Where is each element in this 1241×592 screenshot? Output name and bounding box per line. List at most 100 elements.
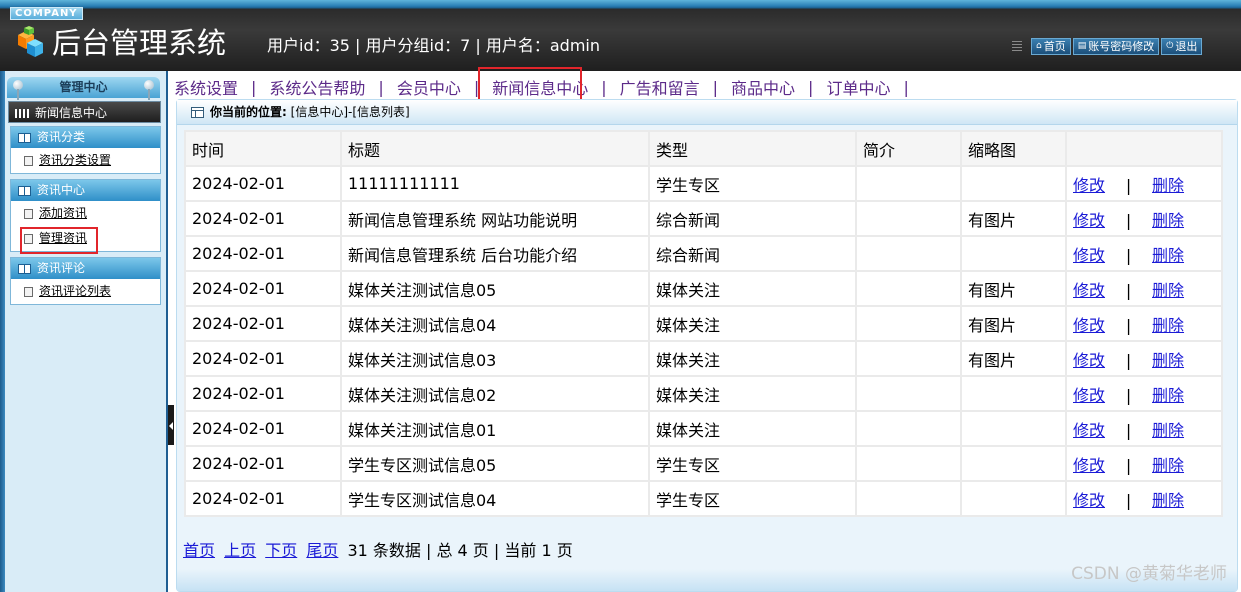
cell-title: 新闻信息管理系统 网站功能说明 bbox=[342, 202, 648, 235]
delete-link[interactable]: 删除 bbox=[1152, 351, 1184, 370]
sidebar-section-title[interactable]: 新闻信息中心 bbox=[8, 101, 161, 123]
pager-first-link[interactable]: 首页 bbox=[183, 541, 215, 560]
table-row: 2024-02-01 媒体关注测试信息03 媒体关注 有图片 修改 | 删除 bbox=[186, 342, 1221, 375]
nav-ads-messages[interactable]: 广告和留言 bbox=[620, 75, 700, 99]
sidebar-item-category-settings[interactable]: 资讯分类设置 bbox=[11, 148, 160, 173]
cell-title: 媒体关注测试信息02 bbox=[342, 377, 648, 410]
sidebar-section-label: 新闻信息中心 bbox=[35, 106, 108, 120]
cell-intro bbox=[857, 342, 960, 375]
cell-title: 学生专区测试信息04 bbox=[342, 482, 648, 515]
menu-group-category: 资讯分类 资讯分类设置 bbox=[10, 126, 161, 174]
table-row: 2024-02-01 学生专区测试信息05 学生专区 修改 | 删除 bbox=[186, 447, 1221, 480]
nav-separator: | bbox=[378, 77, 384, 97]
delete-link[interactable]: 删除 bbox=[1152, 491, 1184, 510]
column-header-thumbnail: 缩略图 bbox=[962, 132, 1065, 165]
column-header-intro: 简介 bbox=[857, 132, 960, 165]
pager-next-link[interactable]: 下页 bbox=[265, 541, 297, 560]
cell-type: 媒体关注 bbox=[650, 342, 855, 375]
cell-type: 媒体关注 bbox=[650, 412, 855, 445]
account-icon: ▤ bbox=[1077, 41, 1087, 51]
pin-left-icon bbox=[13, 80, 23, 100]
cell-time: 2024-02-01 bbox=[186, 412, 340, 445]
sidebar-item-comment-list[interactable]: 资讯评论列表 bbox=[11, 279, 160, 304]
nav-system-settings[interactable]: 系统设置 bbox=[174, 75, 238, 99]
nav-separator: | bbox=[808, 77, 814, 97]
main-panel: 你当前的位置: [信息中心]-[信息列表] 时间 标题 类型 简介 缩略图 20… bbox=[176, 99, 1238, 592]
delete-link[interactable]: 删除 bbox=[1152, 176, 1184, 195]
change-password-button[interactable]: ▤ 账号密码修改 bbox=[1072, 38, 1160, 55]
table-row: 2024-02-01 媒体关注测试信息04 媒体关注 有图片 修改 | 删除 bbox=[186, 307, 1221, 340]
nav-product-center[interactable]: 商品中心 bbox=[731, 75, 795, 99]
collapse-sidebar-handle[interactable] bbox=[168, 405, 174, 445]
cell-intro bbox=[857, 482, 960, 515]
edit-link[interactable]: 修改 bbox=[1073, 211, 1105, 230]
table-row: 2024-02-01 媒体关注测试信息02 媒体关注 修改 | 删除 bbox=[186, 377, 1221, 410]
cell-type: 综合新闻 bbox=[650, 237, 855, 270]
edit-link[interactable]: 修改 bbox=[1073, 421, 1105, 440]
nav-member-center[interactable]: 会员中心 bbox=[397, 75, 461, 99]
cell-actions: 修改 | 删除 bbox=[1067, 342, 1221, 375]
delete-link[interactable]: 删除 bbox=[1152, 386, 1184, 405]
action-separator: | bbox=[1125, 245, 1132, 265]
cell-time: 2024-02-01 bbox=[186, 447, 340, 480]
edit-link[interactable]: 修改 bbox=[1073, 351, 1105, 370]
cell-actions: 修改 | 删除 bbox=[1067, 167, 1221, 200]
nav-separator: | bbox=[601, 77, 607, 97]
edit-link[interactable]: 修改 bbox=[1073, 281, 1105, 300]
sidebar-item-category-settings-link[interactable]: 资讯分类设置 bbox=[39, 153, 111, 167]
top-links: ⌂ 首页 ▤ 账号密码修改 ⏻ 退出 bbox=[1031, 38, 1203, 55]
menu-group-comments-header[interactable]: 资讯评论 bbox=[11, 258, 160, 279]
sidebar-item-add-news-link[interactable]: 添加资讯 bbox=[39, 206, 87, 220]
delete-link[interactable]: 删除 bbox=[1152, 421, 1184, 440]
cell-intro bbox=[857, 202, 960, 235]
cell-title: 11111111111 bbox=[342, 167, 648, 200]
delete-link[interactable]: 删除 bbox=[1152, 316, 1184, 335]
delete-link[interactable]: 删除 bbox=[1152, 281, 1184, 300]
cell-thumbnail: 有图片 bbox=[962, 272, 1065, 305]
sidebar-item-add-news[interactable]: 添加资讯 bbox=[11, 201, 160, 226]
table-row: 2024-02-01 媒体关注测试信息01 媒体关注 修改 | 删除 bbox=[186, 412, 1221, 445]
sidebar-item-comment-list-link[interactable]: 资讯评论列表 bbox=[39, 284, 111, 298]
breadcrumb: 你当前的位置: [信息中心]-[信息列表] bbox=[177, 100, 1237, 125]
cell-type: 媒体关注 bbox=[650, 307, 855, 340]
menu-group-comments-title: 资讯评论 bbox=[37, 261, 86, 275]
pager-last-link[interactable]: 尾页 bbox=[306, 541, 338, 560]
nav-announcements[interactable]: 系统公告帮助 bbox=[269, 75, 365, 99]
column-header-actions bbox=[1067, 132, 1221, 165]
delete-link[interactable]: 删除 bbox=[1152, 246, 1184, 265]
edit-link[interactable]: 修改 bbox=[1073, 316, 1105, 335]
nav-order-center[interactable]: 订单中心 bbox=[826, 75, 890, 99]
table-row: 2024-02-01 学生专区测试信息04 学生专区 修改 | 删除 bbox=[186, 482, 1221, 515]
grid-icon bbox=[15, 109, 29, 118]
book-icon bbox=[18, 186, 31, 196]
edit-link[interactable]: 修改 bbox=[1073, 176, 1105, 195]
edit-link[interactable]: 修改 bbox=[1073, 491, 1105, 510]
logout-label: 退出 bbox=[1175, 40, 1198, 53]
table-row: 2024-02-01 新闻信息管理系统 后台功能介绍 综合新闻 修改 | 删除 bbox=[186, 237, 1221, 270]
cell-thumbnail bbox=[962, 167, 1065, 200]
pagination: 首页 上页 下页 尾页 31 条数据 | 总 4 页 | 当前 1 页 bbox=[183, 537, 573, 561]
column-header-type: 类型 bbox=[650, 132, 855, 165]
delete-link[interactable]: 删除 bbox=[1152, 211, 1184, 230]
cell-intro bbox=[857, 237, 960, 270]
highlight-manage-news bbox=[20, 227, 98, 254]
edit-link[interactable]: 修改 bbox=[1073, 456, 1105, 475]
logout-button[interactable]: ⏻ 退出 bbox=[1161, 38, 1203, 55]
edit-link[interactable]: 修改 bbox=[1073, 386, 1105, 405]
delete-link[interactable]: 删除 bbox=[1152, 456, 1184, 475]
menu-group-category-header[interactable]: 资讯分类 bbox=[11, 127, 160, 148]
menu-group-news-center-header[interactable]: 资讯中心 bbox=[11, 180, 160, 201]
home-label: 首页 bbox=[1043, 40, 1066, 53]
home-button[interactable]: ⌂ 首页 bbox=[1031, 38, 1071, 55]
company-logo: COMPANY bbox=[10, 7, 83, 20]
cell-type: 综合新闻 bbox=[650, 202, 855, 235]
app-header: COMPANY 后台管理系统 用户id：35 | 用户分组id：7 | 用户名：… bbox=[0, 0, 1241, 71]
cell-thumbnail bbox=[962, 412, 1065, 445]
cell-time: 2024-02-01 bbox=[186, 377, 340, 410]
cell-intro bbox=[857, 307, 960, 340]
edit-link[interactable]: 修改 bbox=[1073, 246, 1105, 265]
cell-title: 媒体关注测试信息05 bbox=[342, 272, 648, 305]
cell-intro bbox=[857, 412, 960, 445]
pager-prev-link[interactable]: 上页 bbox=[224, 541, 256, 560]
cell-thumbnail bbox=[962, 482, 1065, 515]
